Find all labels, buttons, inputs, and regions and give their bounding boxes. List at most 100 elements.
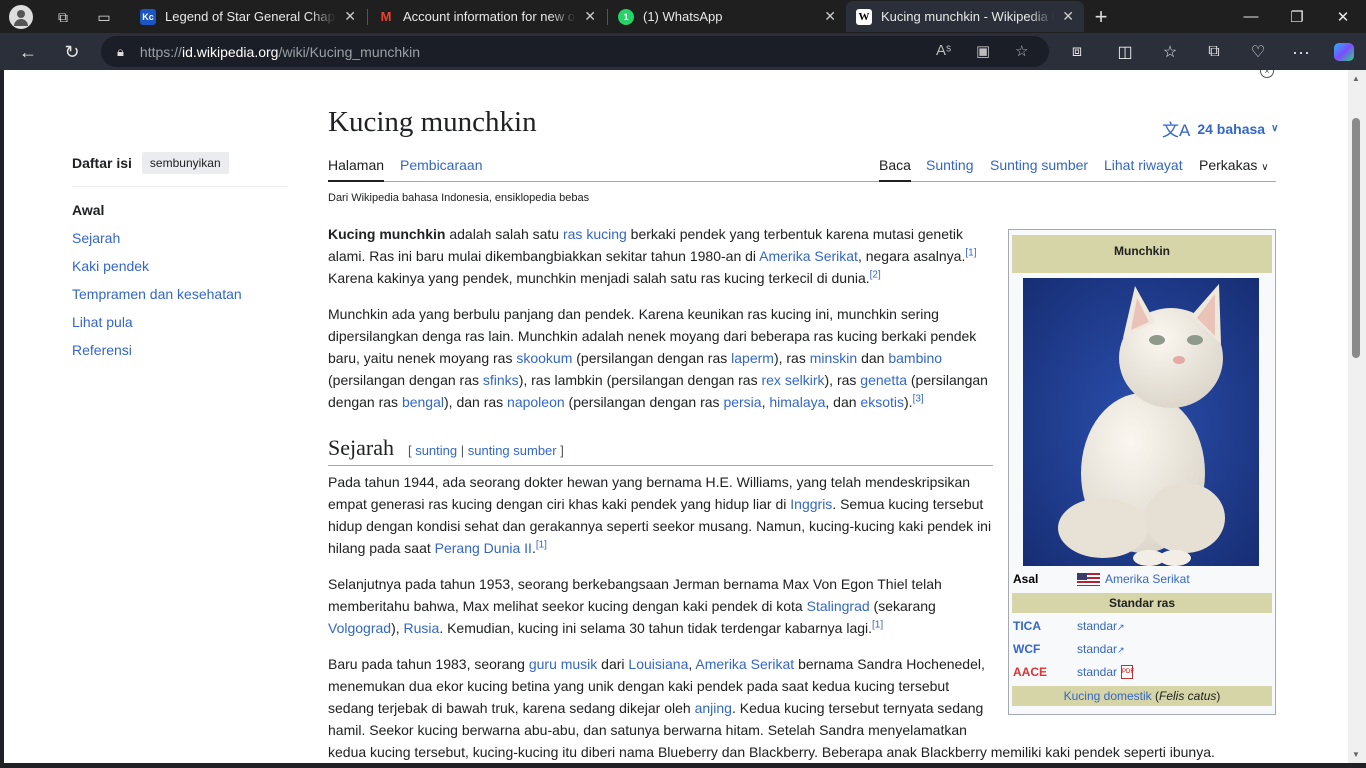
edit-source-link[interactable]: sunting sumber — [468, 443, 557, 458]
cat-photo[interactable] — [1023, 278, 1259, 566]
workspaces-icon[interactable]: ⧉ — [50, 4, 76, 30]
address-bar[interactable]: 🔒︎ https://id.wikipedia.org/wiki/Kucing_… — [101, 36, 1049, 67]
citation[interactable]: [3] — [913, 393, 924, 404]
tab-sunting[interactable]: Sunting — [926, 157, 973, 173]
standard-row-aace: AACE standar PDF — [1013, 665, 1273, 679]
tab-gmail[interactable]: M Account information for new or r ✕ — [368, 1, 606, 32]
toc-item-awal[interactable]: Awal — [72, 201, 288, 229]
domestic-cat-link[interactable]: Kucing domestik — [1064, 689, 1152, 703]
infobox-title: Munchkin — [1012, 235, 1272, 273]
tab-legend-star-general[interactable]: Kc Legend of Star General Chapter 1 ✕ — [130, 1, 366, 32]
tab-pembicaraan[interactable]: Pembicaraan — [400, 157, 483, 173]
link[interactable]: Volgograd — [328, 620, 391, 636]
link[interactable]: guru musik — [529, 656, 597, 672]
toc-hide-button[interactable]: sembunyikan — [141, 152, 229, 174]
immersive-reader-icon[interactable]: ▣ — [976, 42, 990, 60]
citation[interactable]: [2] — [870, 269, 881, 280]
link[interactable]: sfinks — [483, 372, 519, 388]
lock-icon[interactable]: 🔒︎ — [117, 44, 124, 60]
link[interactable]: ras kucing — [563, 226, 627, 242]
link[interactable]: anjing — [695, 700, 732, 716]
toc-item-tempramen[interactable]: Tempramen dan kesehatan — [72, 285, 288, 313]
org-link[interactable]: AACE — [1013, 665, 1077, 679]
restore-button[interactable]: ❐ — [1274, 0, 1320, 33]
read-aloud-icon[interactable]: A͏ˢ — [936, 42, 951, 59]
link[interactable]: laperm — [731, 350, 774, 366]
minimize-button[interactable]: — — [1228, 0, 1274, 33]
scrollbar-thumb[interactable] — [1352, 118, 1360, 358]
link[interactable]: bambino — [888, 350, 942, 366]
link[interactable]: Amerika Serikat — [759, 248, 858, 264]
profile-icon[interactable] — [8, 4, 34, 30]
standard-link[interactable]: standar↗ — [1077, 642, 1125, 656]
citation[interactable]: [1] — [872, 619, 883, 630]
toc-item-lihat-pula[interactable]: Lihat pula — [72, 313, 288, 341]
close-window-button[interactable]: ✕ — [1320, 0, 1366, 33]
close-icon[interactable]: ✕ — [584, 8, 596, 25]
link[interactable]: eksotis — [860, 394, 904, 410]
favorites-icon[interactable]: ☆ — [1155, 37, 1185, 67]
toc-item-sejarah[interactable]: Sejarah — [72, 229, 288, 257]
tab-favicon: Kc — [140, 8, 156, 25]
link[interactable]: genetta — [860, 372, 907, 388]
us-flag-icon — [1077, 572, 1100, 586]
tab-title: Legend of Star General Chapter 1 — [165, 9, 336, 24]
origin-link[interactable]: Amerika Serikat — [1105, 572, 1190, 586]
citation[interactable]: [1] — [965, 247, 976, 258]
tab-wikipedia[interactable]: W Kucing munchkin - Wikipedia bah ✕ — [846, 1, 1084, 32]
link[interactable]: Perang Dunia II — [435, 540, 532, 556]
copilot-icon[interactable] — [1329, 37, 1359, 67]
edit-link[interactable]: sunting — [415, 443, 457, 458]
scrollbar[interactable]: ▲ ▼ — [1348, 70, 1366, 763]
tab-actions-icon[interactable]: ▭ — [91, 4, 117, 30]
split-screen-icon[interactable]: ◫ — [1110, 37, 1140, 67]
tab-perkakas[interactable]: Perkakas ∨ — [1199, 157, 1269, 173]
close-icon[interactable]: ✕ — [824, 8, 836, 25]
tab-title: Account information for new or r — [403, 9, 577, 24]
tab-baca[interactable]: Baca — [879, 157, 911, 182]
close-icon[interactable]: ✕ — [344, 8, 356, 25]
link[interactable]: rex selkirk — [761, 372, 824, 388]
link[interactable]: Amerika Serikat — [695, 656, 794, 672]
link[interactable]: Stalingrad — [807, 598, 870, 614]
citation[interactable]: [1] — [536, 539, 547, 550]
link[interactable]: himalaya — [769, 394, 825, 410]
link[interactable]: Louisiana — [628, 656, 688, 672]
link[interactable]: minskin — [810, 350, 857, 366]
section-heading-sejarah: Sejarah [ sunting | sunting sumber ] — [328, 435, 993, 466]
tab-halaman[interactable]: Halaman — [328, 157, 385, 182]
more-icon[interactable]: ··· — [1286, 37, 1316, 67]
tab-sunting-sumber[interactable]: Sunting sumber — [990, 157, 1088, 173]
tab-whatsapp[interactable]: 1 (1) WhatsApp ✕ — [608, 1, 846, 32]
paragraph-2: Munchkin ada yang berbulu panjang dan pe… — [328, 306, 988, 410]
link[interactable]: Inggris — [790, 496, 832, 512]
tab-lihat-riwayat[interactable]: Lihat riwayat — [1104, 157, 1183, 173]
standard-link[interactable]: standar — [1077, 665, 1117, 679]
new-tab-button[interactable]: + — [1088, 4, 1114, 30]
link[interactable]: napoleon — [507, 394, 565, 410]
collections-icon[interactable]: ⧉ — [1199, 37, 1229, 67]
toc-item-referensi[interactable]: Referensi — [72, 341, 288, 369]
refresh-icon[interactable]: ↻ — [57, 37, 87, 67]
extensions-icon[interactable]: ⧈ — [1062, 37, 1092, 67]
scroll-up-icon[interactable]: ▲ — [1352, 74, 1360, 83]
infobox-footer: Kucing domestik (Felis catus) — [1012, 686, 1272, 706]
back-icon[interactable]: ← — [13, 37, 43, 67]
close-icon[interactable]: ✕ — [1062, 8, 1074, 25]
close-icon[interactable]: × — [1260, 70, 1274, 78]
performance-icon[interactable]: ♡ — [1243, 37, 1273, 67]
toc-item-kaki-pendek[interactable]: Kaki pendek — [72, 257, 288, 285]
link[interactable]: Rusia — [404, 620, 440, 636]
link[interactable]: skookum — [516, 350, 572, 366]
url-text[interactable]: https://id.wikipedia.org/wiki/Kucing_mun… — [140, 44, 420, 60]
standard-link[interactable]: standar↗ — [1077, 619, 1125, 633]
page-tabs: Halaman Pembicaraan Baca Sunting Sunting… — [328, 150, 1276, 182]
favorite-star-icon[interactable]: ☆ — [1015, 42, 1028, 60]
org-link[interactable]: WCF — [1013, 642, 1077, 656]
scroll-down-icon[interactable]: ▼ — [1352, 750, 1360, 759]
link[interactable]: bengal — [402, 394, 444, 410]
link[interactable]: persia — [723, 394, 761, 410]
infobox: Munchkin Asal Amerika Serikat Standar ra… — [1008, 229, 1276, 715]
language-button[interactable]: 文A 24 bahasa ∨ — [1162, 116, 1278, 141]
org-link[interactable]: TICA — [1013, 619, 1077, 633]
